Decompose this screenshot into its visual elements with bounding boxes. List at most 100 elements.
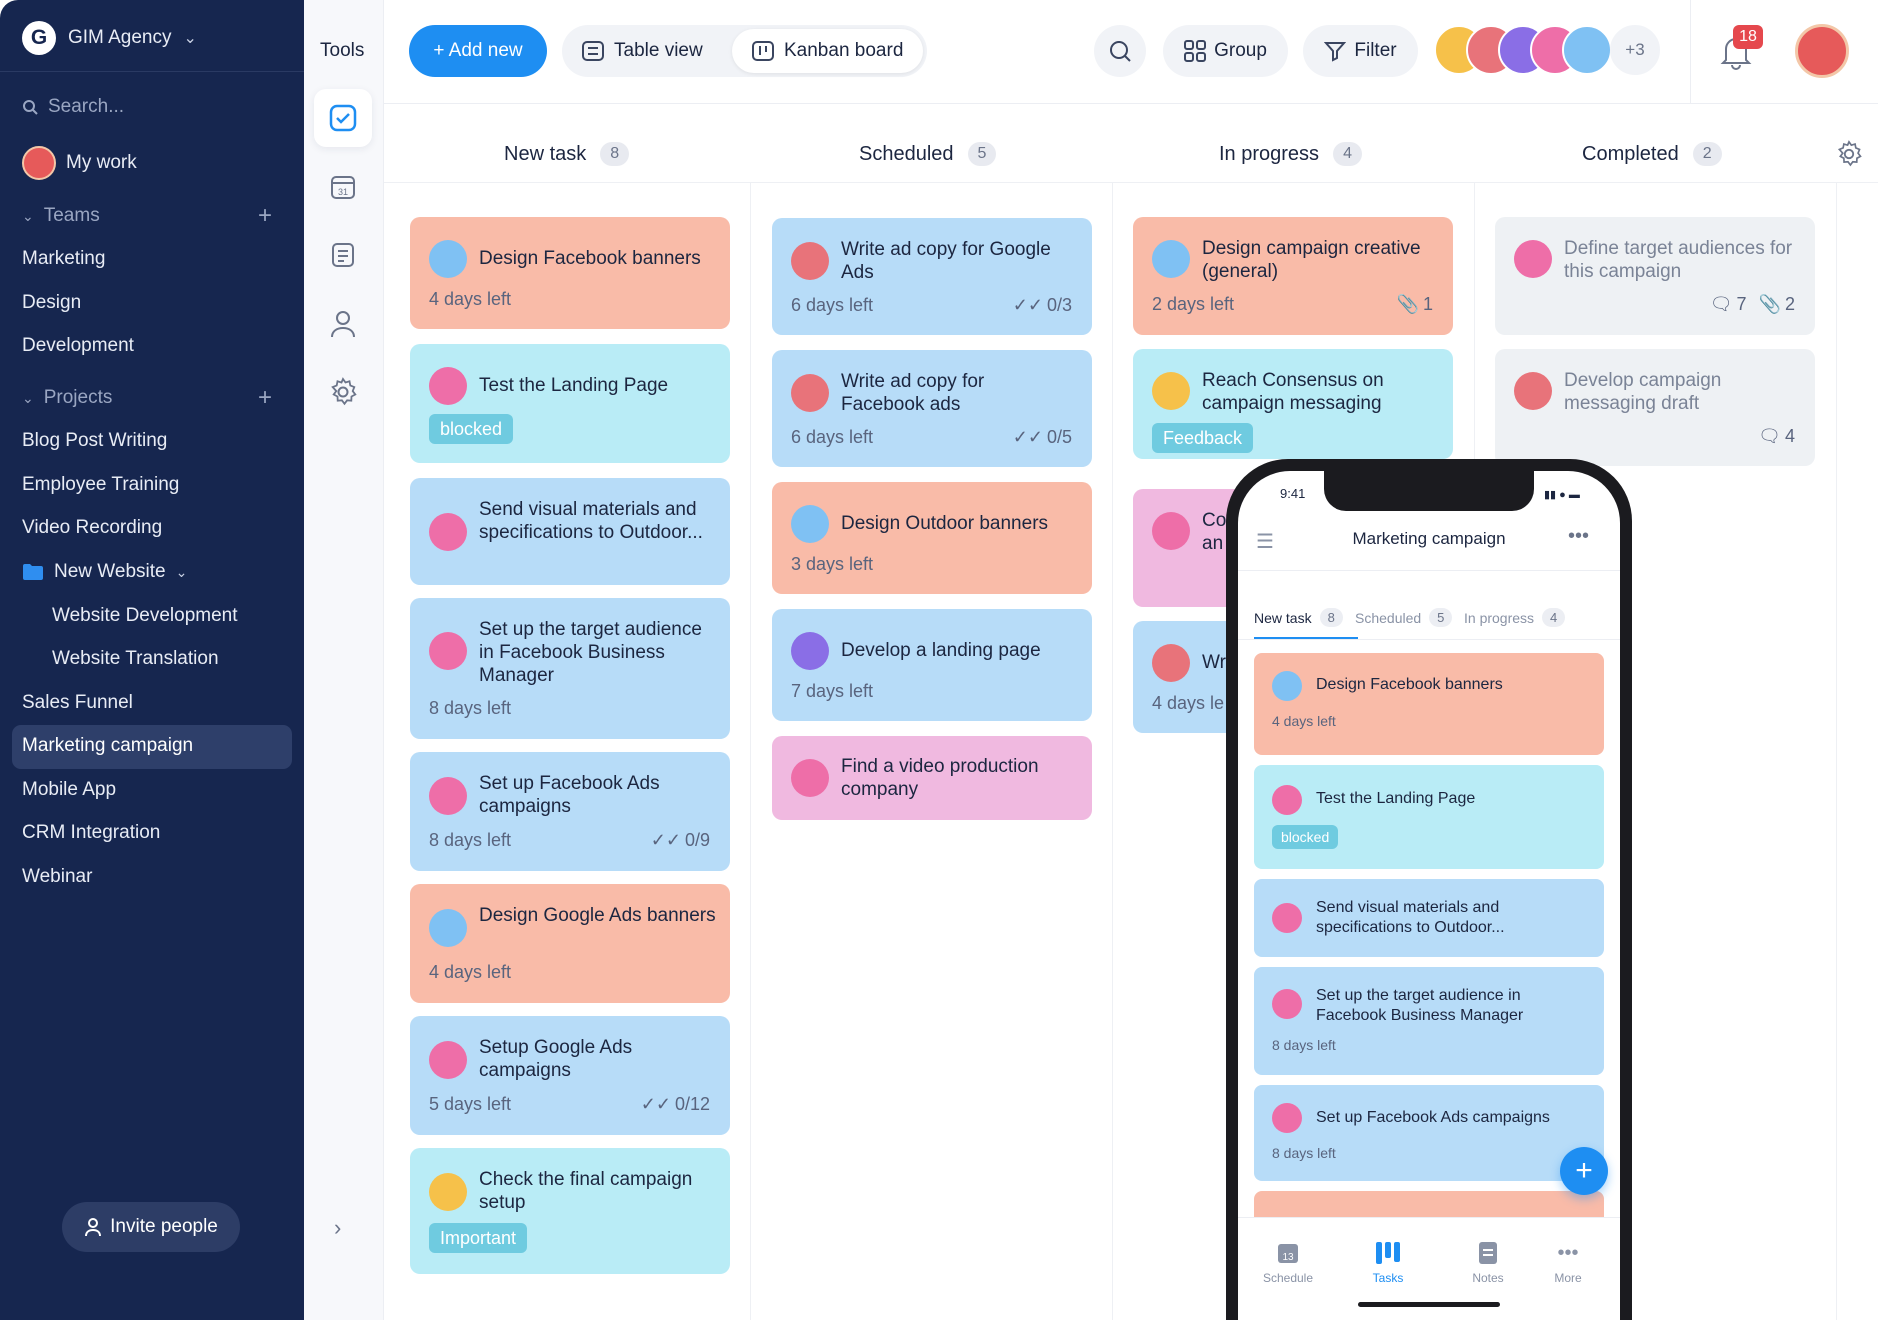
- kanban-board-button[interactable]: Kanban board: [732, 29, 924, 73]
- user-avatar[interactable]: [1795, 24, 1849, 78]
- add-new-button[interactable]: + Add new: [409, 25, 547, 77]
- calendar-tool-button[interactable]: 31: [314, 158, 372, 216]
- task-card[interactable]: Design Facebook banners 4 days left: [410, 217, 730, 329]
- workspace-switcher[interactable]: G GIM Agency ⌄: [22, 20, 197, 56]
- task-card[interactable]: Test the Landing Page blocked: [410, 344, 730, 463]
- column-count: 2: [1692, 142, 1722, 166]
- avatar: [791, 759, 829, 797]
- task-card[interactable]: Setup Google Ads campaigns 5 days left ✓…: [410, 1016, 730, 1135]
- double-check-icon: ✓✓: [1012, 427, 1043, 447]
- more-options-icon[interactable]: •••: [1568, 525, 1589, 548]
- group-label: Group: [1214, 40, 1267, 61]
- status-tag-feedback: Feedback: [1152, 423, 1254, 453]
- sidebar-item-project[interactable]: Mobile App: [22, 778, 116, 802]
- sidebar-item-project[interactable]: Blog Post Writing: [22, 429, 167, 453]
- task-due: 8 days left: [429, 698, 512, 718]
- tasks-tool-button[interactable]: [314, 89, 372, 147]
- checklist-progress: ✓✓ 0/3: [1013, 295, 1072, 316]
- avatar: [1272, 989, 1302, 1019]
- sidebar-item-team[interactable]: Design: [22, 291, 81, 315]
- column-title: Scheduled: [859, 142, 954, 165]
- task-title: Design Google Ads banners: [479, 905, 716, 926]
- avatar: [1152, 644, 1190, 682]
- card-meta: 🗨 7 📎 2: [1710, 294, 1795, 315]
- kanban-board-label: Kanban board: [784, 40, 904, 61]
- task-card[interactable]: Design campaign creative (general) 2 day…: [1133, 217, 1453, 335]
- invite-people-button[interactable]: Invite people: [62, 1202, 240, 1252]
- phone-nav-notes[interactable]: Notes: [1452, 1241, 1524, 1285]
- column-header-completed: Completed 2: [1582, 142, 1722, 166]
- phone-tab-new-task[interactable]: New task 8: [1254, 608, 1343, 627]
- sidebar-item-project[interactable]: Video Recording: [22, 516, 162, 540]
- task-card[interactable]: Reach Consensus on campaign messaging Fe…: [1133, 349, 1453, 459]
- add-project-icon[interactable]: +: [258, 386, 272, 410]
- column-title: In progress: [1219, 142, 1320, 165]
- phone-task-card[interactable]: Test the Landing Page blocked: [1254, 765, 1604, 869]
- board-settings-button[interactable]: [1835, 140, 1863, 173]
- sidebar-item-project[interactable]: Sales Funnel: [22, 691, 133, 715]
- attachment-number: 2: [1784, 294, 1795, 314]
- column-divider: [750, 182, 751, 1320]
- tools-title: Tools: [320, 40, 365, 61]
- settings-tool-button[interactable]: [314, 363, 372, 421]
- paperclip-icon: 📎: [1758, 294, 1781, 314]
- sidebar-item-project[interactable]: CRM Integration: [22, 821, 160, 845]
- phone-task-card[interactable]: Set up Facebook Ads campaigns 8 days lef…: [1254, 1085, 1604, 1181]
- filter-button[interactable]: Filter: [1303, 25, 1418, 77]
- teams-header[interactable]: ⌄ Teams: [22, 204, 100, 228]
- task-card[interactable]: Develop a landing page 7 days left: [772, 609, 1092, 721]
- notes-tool-button[interactable]: [314, 226, 372, 284]
- sidebar-item-subproject[interactable]: Website Translation: [52, 647, 219, 671]
- task-title: Develop campaign messaging draft: [1564, 370, 1722, 414]
- task-card[interactable]: Write ad copy for Google Ads 6 days left…: [772, 218, 1092, 335]
- task-card[interactable]: Write ad copy for Facebook ads 6 days le…: [772, 350, 1092, 467]
- projects-header[interactable]: ⌄ Projects: [22, 386, 112, 410]
- group-button[interactable]: Group: [1163, 25, 1288, 77]
- attachment-count: 📎 1: [1397, 294, 1433, 315]
- task-due: 8 days left: [1272, 1037, 1336, 1053]
- phone-tab-scheduled[interactable]: Scheduled 5: [1355, 608, 1453, 627]
- sidebar-item-project[interactable]: Webinar: [22, 865, 92, 889]
- task-card[interactable]: Design Outdoor banners 3 days left: [772, 482, 1092, 594]
- phone-nav-schedule[interactable]: 13 Schedule: [1252, 1241, 1324, 1285]
- task-card[interactable]: Check the final campaign setup Important: [410, 1148, 730, 1274]
- task-card-completed[interactable]: Define target audiences for this campaig…: [1495, 217, 1815, 335]
- phone-add-button[interactable]: +: [1560, 1147, 1608, 1195]
- people-tool-button[interactable]: [314, 295, 372, 353]
- task-card[interactable]: Design Google Ads banners 4 days left: [410, 884, 730, 1003]
- chevron-right-icon[interactable]: ›: [334, 1215, 341, 1241]
- phone-nav-tasks[interactable]: Tasks: [1352, 1241, 1424, 1285]
- more-members-count: +3: [1610, 25, 1660, 75]
- phone-task-card[interactable]: Set up the target audience in Facebook B…: [1254, 967, 1604, 1075]
- checklist-progress: ✓✓ 0/5: [1013, 427, 1072, 448]
- column-title: Completed: [1582, 142, 1679, 165]
- task-title: Find a video production company: [841, 756, 1039, 800]
- sidebar-item-my-work[interactable]: My work: [22, 146, 137, 180]
- task-card[interactable]: Set up Facebook Ads campaigns 8 days lef…: [410, 752, 730, 871]
- task-due: 7 days left: [791, 681, 874, 701]
- sidebar-item-team[interactable]: Development: [22, 334, 134, 358]
- task-due: 8 days left: [1272, 1145, 1336, 1161]
- sidebar-item-project[interactable]: Employee Training: [22, 473, 179, 497]
- phone-task-card[interactable]: Send visual materials and specifications…: [1254, 879, 1604, 957]
- task-card[interactable]: Set up the target audience in Facebook B…: [410, 598, 730, 739]
- add-team-icon[interactable]: +: [258, 204, 272, 228]
- task-title: Test the Landing Page: [1316, 790, 1476, 807]
- avatar: [1514, 372, 1552, 410]
- table-view-button[interactable]: Table view: [562, 29, 723, 73]
- phone-nav-more[interactable]: ••• More: [1532, 1241, 1604, 1285]
- sidebar-search[interactable]: Search...: [22, 95, 124, 119]
- task-card-completed[interactable]: Develop campaign messaging draft 🗨 4: [1495, 349, 1815, 466]
- sidebar-item-project-active[interactable]: Marketing campaign: [22, 734, 193, 758]
- phone-task-card[interactable]: Design Facebook banners 4 days left: [1254, 653, 1604, 755]
- task-card[interactable]: Find a video production company: [772, 736, 1092, 820]
- phone-tab-in-progress[interactable]: In progress 4: [1464, 608, 1566, 627]
- search-button[interactable]: [1094, 25, 1146, 77]
- task-title: Write ad copy for Google Ads: [841, 239, 1051, 283]
- task-title: Develop a landing page: [841, 640, 1041, 661]
- sidebar-item-team[interactable]: Marketing: [22, 247, 105, 271]
- task-card[interactable]: Send visual materials and specifications…: [410, 478, 730, 585]
- sidebar-item-subproject[interactable]: Website Development: [52, 604, 238, 628]
- user-icon: [85, 1218, 102, 1237]
- sidebar-folder-new-website[interactable]: New Website ⌄: [22, 560, 187, 584]
